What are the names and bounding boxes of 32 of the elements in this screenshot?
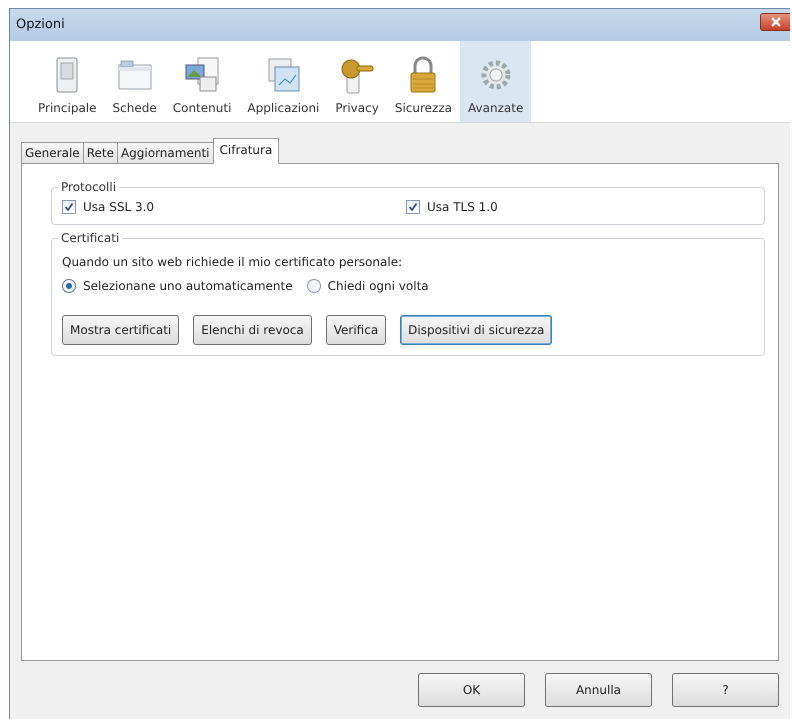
pane-tab[interactable]: Avanzate: [460, 40, 532, 122]
pane-tab[interactable]: Contenuti: [164, 40, 240, 122]
tab[interactable]: Cifratura: [212, 138, 280, 164]
action-button[interactable]: Verifica: [326, 315, 386, 345]
radio-button[interactable]: [306, 279, 321, 293]
checkbox-label: Usa TLS 1.0: [427, 200, 498, 214]
close-icon: [770, 16, 782, 27]
dialog-button[interactable]: OK: [418, 673, 525, 707]
pane-tab[interactable]: Applicazioni: [239, 40, 328, 122]
checkbox-label: Usa SSL 3.0: [83, 200, 154, 214]
group-title: Certificati: [60, 231, 120, 245]
action-button[interactable]: Dispositivi di sicurezza: [400, 315, 552, 345]
radio-label: Selezionane uno automaticamente: [83, 279, 293, 293]
dialog-button[interactable]: ?: [672, 673, 779, 707]
action-button[interactable]: Elenchi di revoca: [193, 315, 312, 345]
group-title: Protocolli: [60, 180, 118, 194]
radio-button[interactable]: [62, 279, 76, 293]
window-title: Opzioni: [16, 17, 65, 32]
tab[interactable]: Rete: [82, 142, 117, 164]
pane-tab[interactable]: Sicurezza: [386, 40, 460, 122]
checkbox[interactable]: [62, 200, 76, 214]
tab[interactable]: Generale: [21, 142, 83, 164]
radio-label: Chiedi ogni volta: [328, 279, 429, 293]
pane-tab[interactable]: Privacy: [327, 40, 387, 122]
close-button[interactable]: [760, 12, 790, 31]
prompt-text: Quando un sito web richiede il mio certificato personale:: [62, 255, 404, 269]
pane-tab[interactable]: Schede: [104, 40, 165, 122]
pane-tab[interactable]: Principale: [30, 40, 105, 122]
checkbox[interactable]: [406, 200, 420, 214]
action-button[interactable]: Mostra certificati: [62, 315, 180, 345]
tab[interactable]: Aggiornamenti: [116, 142, 212, 164]
dialog-button[interactable]: Annulla: [545, 673, 652, 707]
